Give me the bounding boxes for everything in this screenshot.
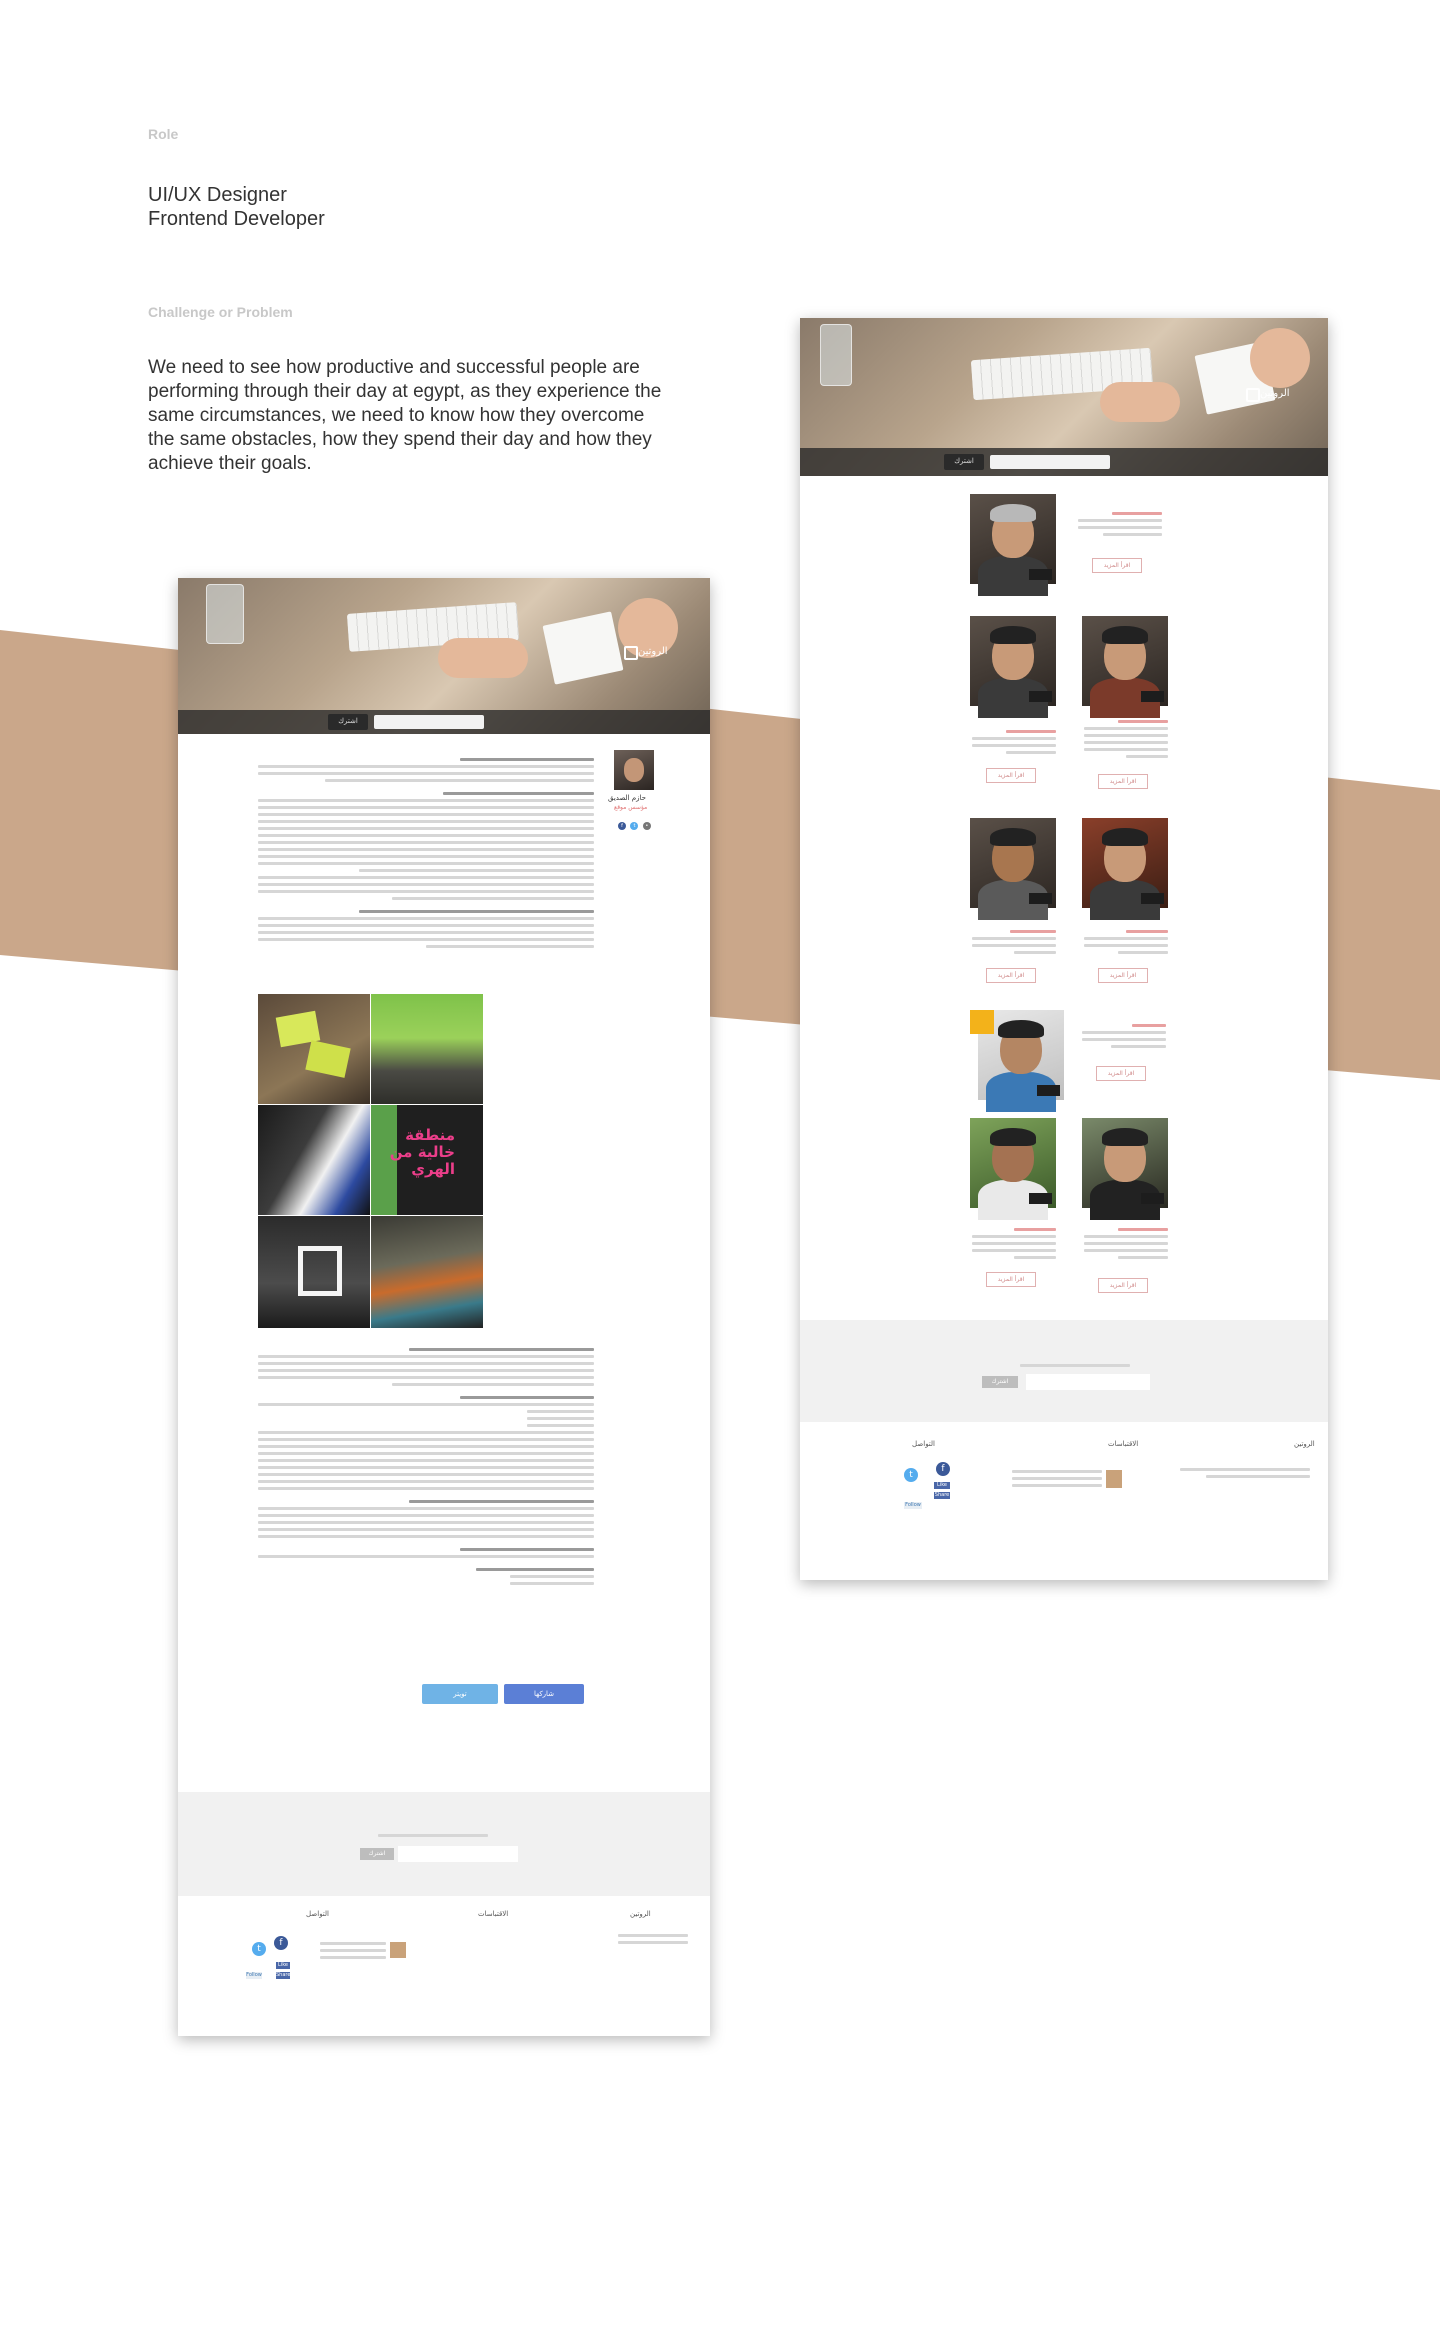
twitter-icon[interactable]: t	[252, 1942, 266, 1956]
profile-card-text	[1082, 1020, 1166, 1052]
share-primary-button[interactable]: شاركها	[504, 1684, 584, 1704]
footer-title-quotes: الاقتباسات	[478, 1910, 509, 1918]
footer-title-contact: التواصل	[306, 1910, 329, 1918]
footer-title-about: الروتين	[630, 1910, 651, 1918]
facebook-like-button[interactable]: Like	[934, 1482, 950, 1489]
profile-photo[interactable]	[970, 818, 1056, 920]
footer-about-text	[1180, 1464, 1310, 1482]
read-more-button[interactable]: اقرأ المزيد	[1096, 1066, 1146, 1081]
profile-card-text	[972, 926, 1056, 958]
twitter-icon[interactable]: t	[904, 1468, 918, 1482]
subscribe-email-input[interactable]	[374, 715, 484, 729]
footer-quote-avatar	[1106, 1470, 1122, 1488]
profile-card-text	[1084, 716, 1168, 762]
facebook-share-button[interactable]: Share	[934, 1492, 950, 1499]
read-more-button[interactable]: اقرأ المزيد	[986, 768, 1036, 783]
subscribe-button[interactable]: اشترك	[944, 454, 984, 470]
share-twitter-button[interactable]: تويتر	[422, 1684, 498, 1704]
twitter-icon[interactable]: t	[630, 822, 639, 830]
newsletter-section: اشترك	[800, 1320, 1328, 1422]
profile-card-text	[972, 1224, 1056, 1263]
hand-decor	[1100, 382, 1180, 422]
twitter-follow-button[interactable]: Follow	[246, 1972, 262, 1979]
article-text-block-2	[258, 1344, 594, 1589]
subscribe-bar: اشترك	[800, 448, 1328, 476]
facebook-share-button[interactable]: Share	[276, 1972, 290, 1979]
read-more-button[interactable]: اقرأ المزيد	[986, 1272, 1036, 1287]
read-more-button[interactable]: اقرأ المزيد	[986, 968, 1036, 983]
read-more-button[interactable]: اقرأ المزيد	[1098, 968, 1148, 983]
challenge-label: Challenge or Problem	[148, 304, 293, 320]
gallery-photo-notes	[258, 994, 370, 1104]
footer-quote-text	[1012, 1466, 1102, 1491]
author-social: f t •	[618, 814, 651, 832]
logo-text: الروتين	[1260, 388, 1290, 399]
read-more-button[interactable]: اقرأ المزيد	[1098, 774, 1148, 789]
profile-photo[interactable]	[1082, 818, 1168, 920]
footer-title-about: الروتين	[1294, 1440, 1315, 1448]
footer: الروتين الاقتباسات التواصل f t Like Shar…	[800, 1422, 1328, 1580]
newsletter-email-input[interactable]	[1026, 1374, 1150, 1390]
logo-icon	[1246, 388, 1260, 402]
brand-badge-icon	[970, 1010, 994, 1034]
facebook-icon[interactable]: f	[274, 1936, 288, 1950]
facebook-icon[interactable]: f	[936, 1462, 950, 1476]
newsletter-button[interactable]: اشترك	[982, 1376, 1018, 1388]
profile-photo[interactable]	[970, 1010, 1064, 1112]
facebook-icon[interactable]: f	[618, 822, 626, 830]
glass-decor	[206, 584, 244, 644]
hero-image: الروتين اشترك	[800, 318, 1328, 476]
role-line-2: Frontend Developer	[148, 208, 325, 230]
read-more-button[interactable]: اقرأ المزيد	[1098, 1278, 1148, 1293]
gallery-photo-clothes	[371, 1216, 483, 1328]
gallery-photo-office	[371, 994, 483, 1104]
profile-card-text	[1084, 926, 1168, 958]
profile-photo[interactable]	[970, 616, 1056, 718]
gallery-photo-sign: منطقة خالية من الهري	[371, 1105, 483, 1215]
footer-title-contact: التواصل	[912, 1440, 935, 1448]
challenge-text: We need to see how productive and succes…	[148, 357, 662, 474]
gallery-photo-graffiti	[258, 1105, 370, 1215]
profile-card-text	[1084, 1224, 1168, 1263]
role-line-1: UI/UX Designer	[148, 184, 287, 206]
profile-card-text	[972, 726, 1056, 758]
author-name: حازم الصديق	[608, 794, 647, 802]
footer: الروتين الاقتباسات التواصل f t Like Shar…	[178, 1896, 710, 2036]
logo-text: الروتين	[638, 646, 668, 657]
profile-photo[interactable]	[1082, 616, 1168, 718]
newsletter-section: اشترك	[178, 1792, 710, 1896]
footer-title-quotes: الاقتباسات	[1108, 1440, 1139, 1448]
subscribe-email-input[interactable]	[990, 455, 1110, 469]
author-avatar	[614, 750, 654, 790]
subscribe-bar: اشترك	[178, 710, 710, 734]
link-icon[interactable]: •	[642, 822, 651, 830]
read-more-button[interactable]: اقرأ المزيد	[1092, 558, 1142, 573]
author-role: مؤسس موقع	[614, 804, 648, 811]
footer-quote-text	[320, 1938, 386, 1963]
profile-card-text	[1078, 508, 1162, 540]
footer-about-text	[618, 1930, 688, 1948]
listing-page-mockup: الروتين اشترك اقرأ المزيد اقرأ المزيد اق…	[800, 318, 1328, 1580]
facebook-like-button[interactable]: Like	[276, 1962, 290, 1969]
footer-quote-avatar	[390, 1942, 406, 1958]
article-text-block-1	[258, 754, 594, 952]
notepad-decor	[542, 611, 624, 685]
profile-photo[interactable]	[970, 494, 1056, 596]
subscribe-button[interactable]: اشترك	[328, 714, 368, 730]
newsletter-email-input[interactable]	[398, 1846, 518, 1862]
twitter-follow-button[interactable]: Follow	[904, 1502, 922, 1509]
hand-decor	[438, 638, 528, 678]
profile-photo[interactable]	[970, 1118, 1056, 1220]
article-page-mockup: الروتين اشترك حازم الصديق مؤسس موقع f t …	[178, 578, 710, 2036]
profile-photo[interactable]	[1082, 1118, 1168, 1220]
hero-image: الروتين اشترك	[178, 578, 710, 734]
role-text: UI/UX Designer Frontend Developer	[148, 183, 325, 231]
glass-decor	[820, 324, 852, 386]
logo-icon	[624, 646, 638, 660]
gallery-photo-logo	[258, 1216, 370, 1328]
role-label: Role	[148, 126, 179, 142]
newsletter-button[interactable]: اشترك	[360, 1848, 394, 1860]
hand-decor-2	[1250, 328, 1310, 388]
